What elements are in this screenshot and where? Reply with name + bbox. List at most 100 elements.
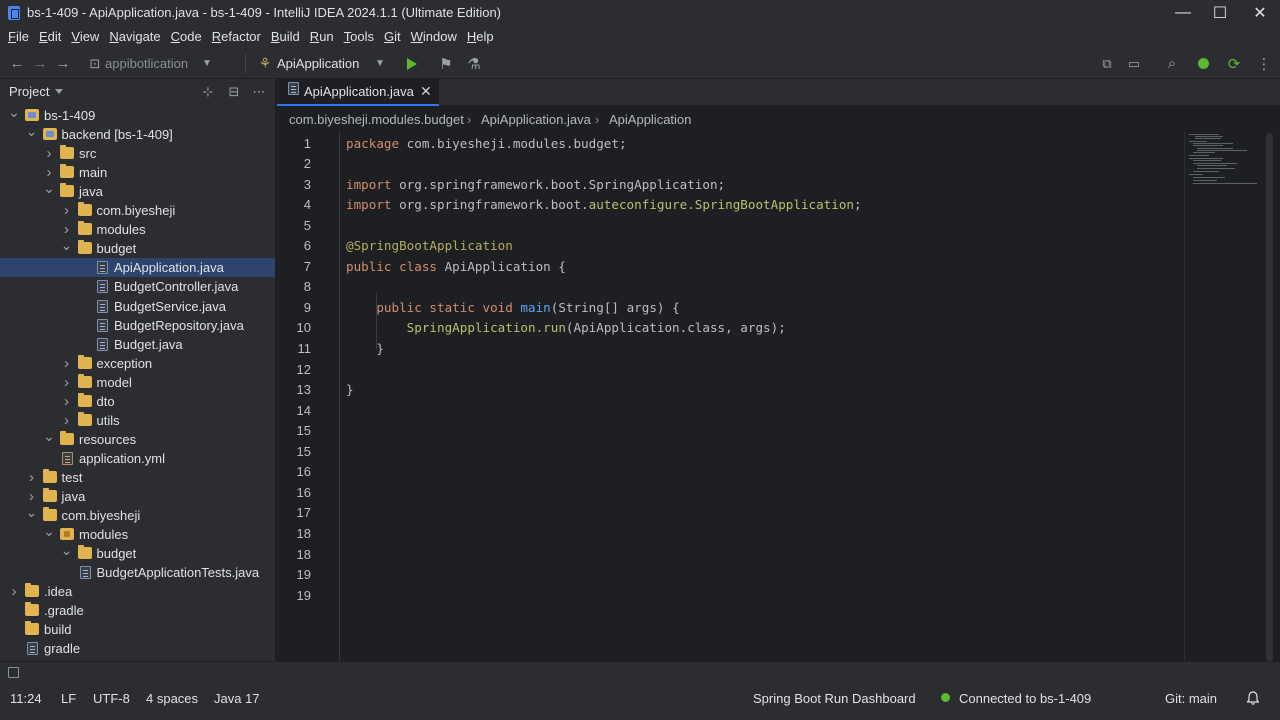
tree-item[interactable]: › test <box>0 468 275 487</box>
chevron-down-icon[interactable]: ⌄ <box>43 179 55 198</box>
tree-item[interactable]: ⌄ budget <box>0 236 275 258</box>
chevron-right-icon[interactable]: › <box>61 411 73 430</box>
tree-item[interactable]: ApiApplication.java <box>0 258 275 278</box>
chevron-right-icon[interactable]: › <box>61 392 73 411</box>
editor-scrollbar[interactable] <box>1266 133 1273 661</box>
project-widget[interactable]: appibotlication <box>105 48 188 79</box>
run-icon[interactable] <box>401 48 423 79</box>
tree-item[interactable]: › utils <box>0 411 275 430</box>
notifications-bell-icon[interactable] <box>1247 691 1259 705</box>
spring-boot-dashboard[interactable]: Spring Boot Run Dashboard <box>753 682 916 714</box>
chevron-down-icon[interactable]: ⌄ <box>43 522 55 541</box>
tree-item[interactable]: Budget.java <box>0 335 275 354</box>
tool-window-toggle-icon[interactable] <box>8 667 19 678</box>
chevron-down-icon[interactable]: ▼ <box>196 48 218 79</box>
layout-icon[interactable]: ▭ <box>1123 48 1145 79</box>
menu-view[interactable]: View <box>67 29 103 44</box>
tree-item[interactable]: gradle <box>0 639 275 658</box>
chevron-down-icon[interactable]: ⌄ <box>26 122 38 141</box>
menu-window[interactable]: Window <box>407 29 461 44</box>
tree-item[interactable]: › src <box>0 144 275 163</box>
chevron-down-icon[interactable]: ⌄ <box>61 541 73 560</box>
menu-file[interactable]: File <box>4 29 33 44</box>
vcs-icon[interactable]: ⧉ <box>1096 48 1118 79</box>
forward-history-icon[interactable]: → <box>52 48 74 79</box>
chevron-down-icon[interactable] <box>55 89 63 94</box>
profile-icon[interactable]: ⚗ <box>463 48 485 79</box>
chevron-right-icon[interactable]: › <box>61 373 73 392</box>
breadcrumb-file[interactable]: ApiApplication.java <box>481 112 591 127</box>
menu-build[interactable]: Build <box>267 29 304 44</box>
search-icon[interactable]: ⌕ <box>1161 48 1183 79</box>
tab-apiapplication-java[interactable]: ApiApplication.java ✕ <box>277 79 439 106</box>
tree-item[interactable]: BudgetService.java <box>0 297 275 316</box>
file-encoding[interactable]: UTF-8 <box>93 682 130 714</box>
indent-setting[interactable]: 4 spaces <box>146 682 198 714</box>
language-level[interactable]: Java 17 <box>214 682 260 714</box>
code-editor[interactable]: 1 package com.biyesheji.modules.budget; 2 3… <box>277 131 1280 661</box>
tree-item[interactable]: › modules <box>0 220 275 239</box>
chevron-down-icon[interactable]: ▼ <box>369 48 391 79</box>
locate-icon[interactable]: ⊹ <box>199 83 217 101</box>
tree-item[interactable]: ⌄ modules <box>0 522 275 544</box>
tree-item[interactable]: build <box>0 620 275 639</box>
collapse-all-icon[interactable]: ⊟ <box>225 83 243 101</box>
menu-run[interactable]: Run <box>306 29 338 44</box>
tree-item[interactable]: ⌄ backend [bs-1-409] <box>0 122 275 144</box>
tree-item[interactable]: ⌄ budget <box>0 541 275 563</box>
chevron-down-icon[interactable]: ⌄ <box>26 503 38 522</box>
breadcrumb-class[interactable]: ApiApplication <box>609 112 691 127</box>
code-minimap[interactable] <box>1184 131 1264 661</box>
project-panel-title[interactable]: Project <box>9 84 49 99</box>
tree-item[interactable]: ⌄ java <box>0 179 275 201</box>
chevron-right-icon[interactable]: › <box>61 201 73 220</box>
chevron-right-icon[interactable]: › <box>61 354 73 373</box>
more-icon[interactable]: ⋮ <box>1253 48 1275 79</box>
chevron-down-icon[interactable]: ⌄ <box>61 236 73 255</box>
tree-item[interactable]: ⌄ com.biyesheji <box>0 503 275 525</box>
chevron-down-icon[interactable]: ⌄ <box>43 427 55 446</box>
breadcrumb-package[interactable]: com.biyesheji.modules.budget <box>289 112 464 127</box>
tree-item[interactable]: › dto <box>0 392 275 411</box>
minimize-button[interactable]: — <box>1163 0 1203 25</box>
chevron-right-icon[interactable]: › <box>43 144 55 163</box>
tree-item[interactable]: application.yml <box>0 449 275 468</box>
chevron-down-icon[interactable]: ⌄ <box>8 103 20 122</box>
menu-git[interactable]: Git <box>380 29 405 44</box>
git-branch[interactable]: Git: main <box>1165 682 1217 714</box>
tree-item[interactable]: › exception <box>0 354 275 373</box>
menu-edit[interactable]: Edit <box>35 29 65 44</box>
connection-status[interactable]: Connected to bs-1-409 <box>959 682 1091 714</box>
tree-item[interactable]: › main <box>0 163 275 182</box>
close-window-button[interactable]: ✕ <box>1240 0 1280 25</box>
chevron-right-icon[interactable]: › <box>8 582 20 601</box>
forward-icon[interactable]: → <box>29 48 51 79</box>
folder-icon <box>60 183 74 198</box>
more-icon[interactable]: ⋯ <box>250 83 268 101</box>
tree-item[interactable]: BudgetApplicationTests.java <box>0 563 275 582</box>
run-config-selector[interactable]: ApiApplication <box>277 48 359 79</box>
menu-refactor[interactable]: Refactor <box>208 29 265 44</box>
tree-item[interactable]: ⌄ resources <box>0 427 275 449</box>
tree-item[interactable]: › .idea <box>0 582 275 601</box>
menu-help[interactable]: Help <box>463 29 498 44</box>
close-tab-icon[interactable]: ✕ <box>420 83 432 100</box>
menu-tools[interactable]: Tools <box>340 29 378 44</box>
tree-item[interactable]: ⌄ bs-1-409 <box>0 103 275 125</box>
tree-item[interactable]: BudgetController.java <box>0 277 275 296</box>
tree-item[interactable]: BudgetRepository.java <box>0 316 275 335</box>
chevron-right-icon[interactable]: › <box>26 468 38 487</box>
tree-item[interactable]: › model <box>0 373 275 392</box>
status-dot-icon[interactable] <box>1192 48 1214 79</box>
back-icon[interactable]: ← <box>6 48 28 79</box>
menu-navigate[interactable]: Navigate <box>105 29 164 44</box>
menu-code[interactable]: Code <box>167 29 206 44</box>
tree-item[interactable]: › com.biyesheji <box>0 201 275 220</box>
tree-item[interactable]: › java <box>0 487 275 506</box>
line-separator[interactable]: LF <box>61 682 76 714</box>
maximize-button[interactable]: ☐ <box>1200 0 1240 25</box>
debug-icon[interactable]: ⚑ <box>435 48 457 79</box>
tree-item[interactable]: .gradle <box>0 601 275 620</box>
cursor-position[interactable]: 11:24 <box>10 682 42 714</box>
update-icon[interactable]: ⟳ <box>1223 48 1245 79</box>
